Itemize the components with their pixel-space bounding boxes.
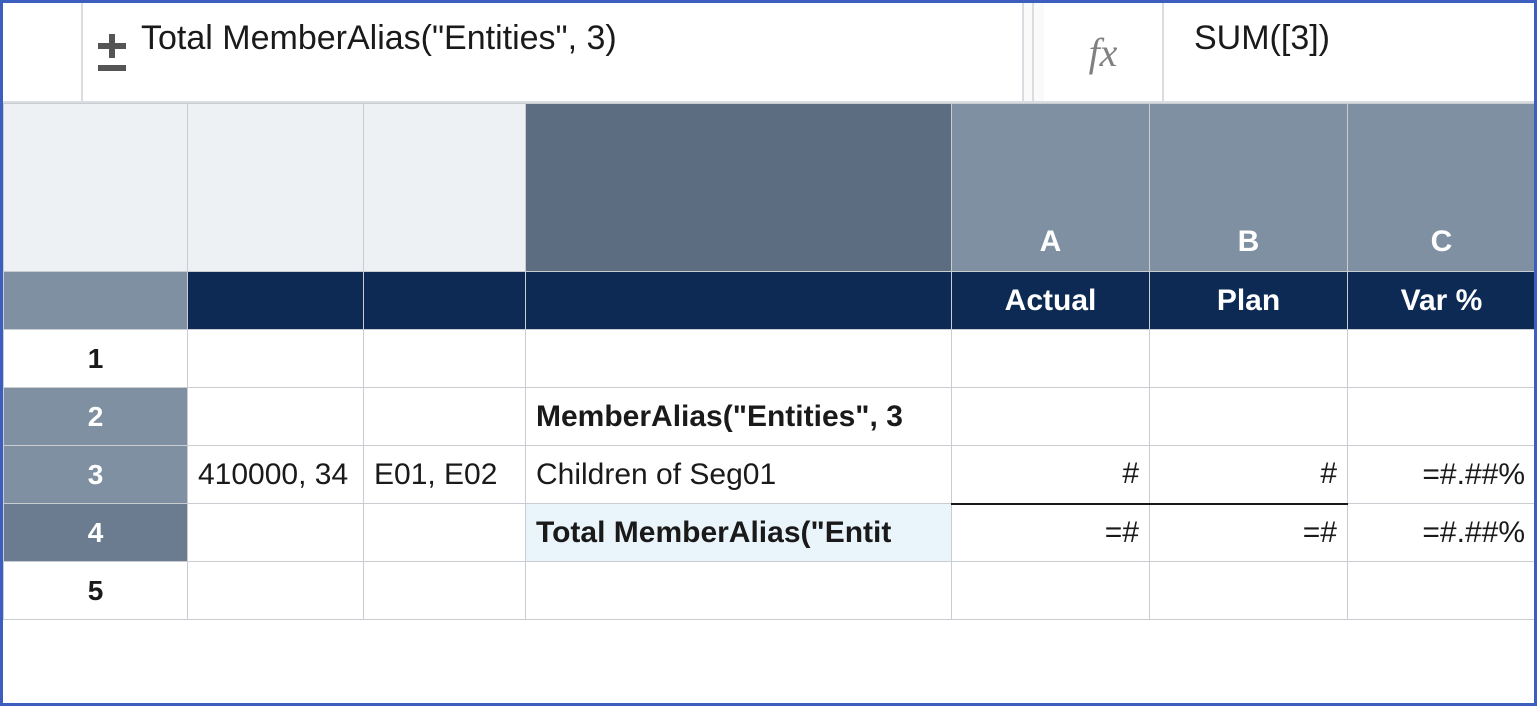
formula-bar-spacer	[1024, 3, 1034, 101]
cell[interactable]	[188, 504, 364, 562]
cell-total-varpct[interactable]: =#.##%	[1348, 504, 1536, 562]
cell-varpct[interactable]: =#.##%	[1348, 446, 1536, 504]
column-header-A[interactable]: A	[952, 104, 1150, 272]
cell-total-actual[interactable]: =#	[952, 504, 1150, 562]
row-number-3[interactable]: 3	[4, 446, 188, 504]
row-dim-header-2[interactable]	[364, 104, 526, 272]
cell[interactable]	[526, 562, 952, 620]
subheader-actual[interactable]: Actual	[952, 272, 1150, 330]
row-leader-blank	[3, 3, 83, 101]
cell[interactable]	[1348, 330, 1536, 388]
formula-bar: Total MemberAlias("Entities", 3) fx SUM(…	[3, 3, 1534, 103]
table-row: 5	[4, 562, 1536, 620]
row-number-5[interactable]: 5	[4, 562, 188, 620]
column-header-C[interactable]: C	[1348, 104, 1536, 272]
cell-actual[interactable]: #	[952, 446, 1150, 504]
cell-total-plan[interactable]: =#	[1150, 504, 1348, 562]
table-row: 1	[4, 330, 1536, 388]
row-dim-header-1[interactable]	[188, 104, 364, 272]
cell[interactable]	[952, 562, 1150, 620]
cell[interactable]	[952, 388, 1150, 446]
cell[interactable]	[364, 562, 526, 620]
subheader-dim1[interactable]	[188, 272, 364, 330]
cell-children-seg[interactable]: Children of Seg01	[526, 446, 952, 504]
subheader-varpct[interactable]: Var %	[1348, 272, 1536, 330]
formula-bar-spacer2	[1034, 3, 1044, 101]
cell[interactable]	[188, 562, 364, 620]
row-number-2[interactable]: 2	[4, 388, 188, 446]
cell-name-box[interactable]: Total MemberAlias("Entities", 3)	[141, 3, 1018, 58]
cell[interactable]	[1150, 562, 1348, 620]
cell-plan[interactable]: #	[1150, 446, 1348, 504]
cell[interactable]	[1348, 562, 1536, 620]
cell-total-label[interactable]: Total MemberAlias("Entit	[526, 504, 952, 562]
cell-accounts[interactable]: 410000, 34	[188, 446, 364, 504]
design-grid: A B C Actual Plan Var % 1 2	[3, 103, 1536, 620]
subheader-plan[interactable]: Plan	[1150, 272, 1348, 330]
cell[interactable]	[364, 330, 526, 388]
row-number-4[interactable]: 4	[4, 504, 188, 562]
subheader-dim3[interactable]	[526, 272, 952, 330]
column-letter-row: A B C	[4, 104, 1536, 272]
cell[interactable]	[1150, 388, 1348, 446]
cell-entities[interactable]: E01, E02	[364, 446, 526, 504]
subheader-dim2[interactable]	[364, 272, 526, 330]
subheader-leader[interactable]	[4, 272, 188, 330]
table-row-selected: 4 Total MemberAlias("Entit =# =# =#.##%	[4, 504, 1536, 562]
cell[interactable]	[952, 330, 1150, 388]
table-row: 3 410000, 34 E01, E02 Children of Seg01 …	[4, 446, 1536, 504]
cell[interactable]	[188, 388, 364, 446]
cell[interactable]	[1150, 330, 1348, 388]
row-number-1[interactable]: 1	[4, 330, 188, 388]
column-header-B[interactable]: B	[1150, 104, 1348, 272]
cell[interactable]	[364, 504, 526, 562]
cell[interactable]	[526, 330, 952, 388]
row-dim-header-3[interactable]	[526, 104, 952, 272]
cell[interactable]	[188, 330, 364, 388]
corner-cell[interactable]	[4, 104, 188, 272]
cell[interactable]	[1348, 388, 1536, 446]
formula-input[interactable]: SUM([3])	[1164, 3, 1534, 58]
report-designer-frame: Total MemberAlias("Entities", 3) fx SUM(…	[0, 0, 1537, 706]
table-row: 2 MemberAlias("Entities", 3	[4, 388, 1536, 446]
column-label-row: Actual Plan Var %	[4, 272, 1536, 330]
cell[interactable]	[364, 388, 526, 446]
fx-icon[interactable]: fx	[1044, 3, 1164, 101]
cell-member-alias[interactable]: MemberAlias("Entities", 3	[526, 388, 952, 446]
expand-collapse-toggle[interactable]	[83, 32, 141, 72]
